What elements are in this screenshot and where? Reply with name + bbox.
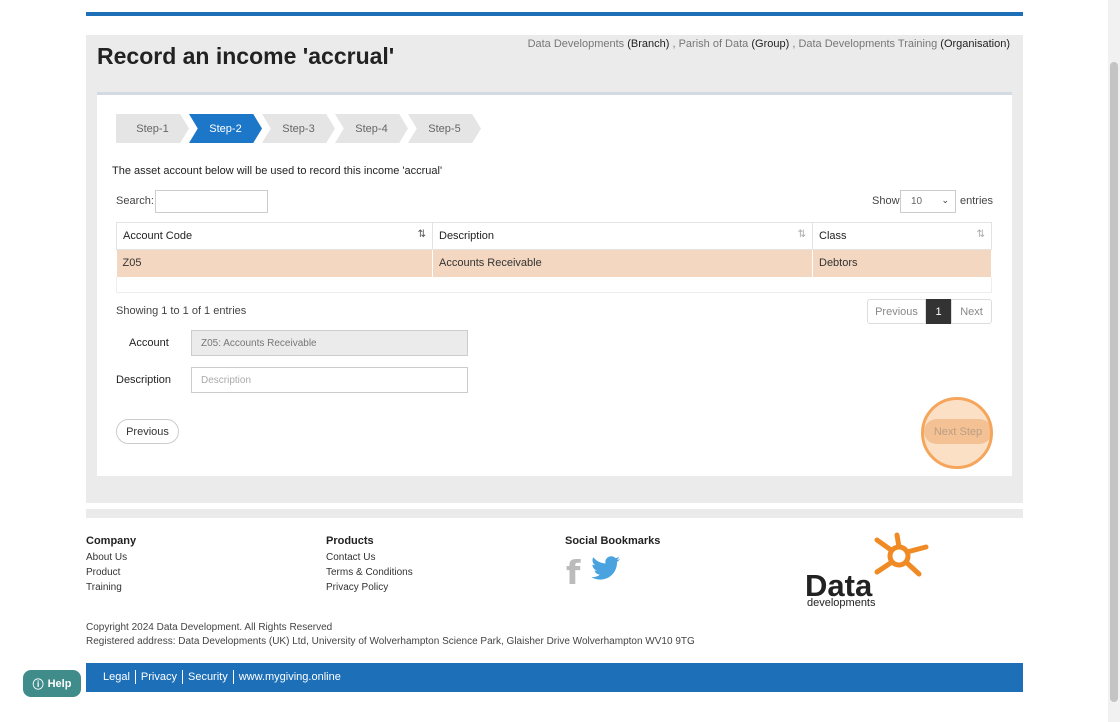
footer-link-contact-us[interactable]: Contact Us: [326, 552, 413, 563]
data-developments-logo: Data developments: [805, 532, 929, 609]
link-legal[interactable]: Legal: [98, 670, 136, 684]
table-footer-space: [116, 277, 992, 293]
table-row[interactable]: Z05 Accounts Receivable Debtors: [116, 249, 992, 277]
search-input[interactable]: [155, 190, 268, 213]
divider-strip: [86, 509, 1023, 518]
help-label: Help: [47, 677, 72, 690]
column-account-code[interactable]: Account Code ⇅: [116, 222, 433, 250]
step-1[interactable]: Step-1: [116, 114, 189, 143]
step-5[interactable]: Step-5: [408, 114, 481, 143]
pagination-previous[interactable]: Previous: [867, 299, 926, 324]
bottom-links: Legal Privacy Security www.mygiving.onli…: [98, 670, 346, 684]
info-text: The asset account below will be used to …: [112, 165, 443, 177]
step-2[interactable]: Step-2: [189, 114, 262, 143]
footer-link-about-us[interactable]: About Us: [86, 552, 136, 563]
footer-products: Products Contact Us Terms & Conditions P…: [326, 535, 413, 597]
wizard-steps: Step-1 Step-2 Step-3 Step-4 Step-5: [116, 114, 481, 143]
twitter-icon[interactable]: [591, 556, 621, 582]
copyright-text: Copyright 2024 Data Development. All Rig…: [86, 622, 333, 633]
pagination-page-1[interactable]: 1: [926, 299, 951, 324]
sort-icon: ⇅: [976, 229, 985, 240]
footer-copyright: Copyright 2024 Data Development. All Rig…: [86, 621, 695, 649]
pagination: Previous 1 Next: [867, 299, 992, 324]
table-info: Showing 1 to 1 of 1 entries: [116, 305, 247, 317]
pagination-next[interactable]: Next: [951, 299, 992, 324]
cell-description: Accounts Receivable: [432, 249, 813, 277]
context-branch: Data Developments: [527, 38, 625, 50]
scrollbar[interactable]: [1108, 0, 1120, 722]
logo-sub: developments: [807, 597, 876, 609]
description-field[interactable]: Description: [191, 367, 468, 393]
entries-label: entries: [960, 195, 994, 207]
organisation-context: Data Developments (Branch) , Parish of D…: [527, 38, 1010, 50]
footer-company: Company About Us Product Training: [86, 535, 136, 597]
footer-link-training[interactable]: Training: [86, 582, 136, 593]
previous-button[interactable]: Previous: [116, 419, 179, 444]
footer-link-privacy-policy[interactable]: Privacy Policy: [326, 582, 413, 593]
column-class[interactable]: Class ⇅: [812, 222, 992, 250]
context-branch-type: (Branch): [627, 38, 670, 50]
page-title: Record an income 'accrual': [97, 43, 395, 69]
cell-account-code: Z05: [116, 249, 433, 277]
footer-products-title: Products: [326, 535, 374, 547]
account-label: Account: [129, 337, 169, 349]
footer-link-product[interactable]: Product: [86, 567, 136, 578]
sort-asc-icon: ⇅: [417, 229, 426, 240]
help-button[interactable]: ⓘ Help: [23, 670, 81, 697]
column-description[interactable]: Description ⇅: [432, 222, 813, 250]
step-4[interactable]: Step-4: [335, 114, 408, 143]
context-organisation: Data Developments Training: [798, 38, 938, 50]
entries-select-value: 10: [911, 196, 923, 207]
entries-select[interactable]: 10 ⌄: [900, 190, 956, 213]
account-field: Z05: Accounts Receivable: [191, 330, 468, 356]
registered-address: Registered address: Data Developments (U…: [86, 636, 695, 647]
description-label: Description: [116, 374, 172, 386]
footer-link-terms[interactable]: Terms & Conditions: [326, 567, 413, 578]
context-group-type: (Group): [751, 38, 790, 50]
step-3[interactable]: Step-3: [262, 114, 335, 143]
accounts-table: Account Code ⇅ Description ⇅ Class ⇅ Z05 Ac…: [116, 222, 992, 277]
link-privacy[interactable]: Privacy: [136, 670, 183, 684]
context-organisation-type: (Organisation): [940, 38, 1010, 50]
cell-class: Debtors: [812, 249, 992, 277]
help-circle-icon: ⓘ: [32, 678, 44, 691]
link-security[interactable]: Security: [183, 670, 234, 684]
link-mygiving[interactable]: www.mygiving.online: [234, 670, 346, 684]
search-label: Search:: [116, 195, 154, 207]
context-group: Parish of Data: [678, 38, 749, 50]
chevron-down-icon: ⌄: [941, 195, 949, 205]
top-accent-bar: [86, 12, 1023, 16]
scrollbar-thumb[interactable]: [1110, 62, 1118, 702]
sort-icon: ⇅: [797, 229, 806, 240]
show-label: Show: [872, 195, 900, 207]
click-highlight: [921, 397, 993, 469]
footer-social: Social Bookmarks: [565, 535, 660, 547]
facebook-icon[interactable]: f: [566, 553, 580, 592]
footer-social-title: Social Bookmarks: [565, 535, 661, 547]
footer-company-title: Company: [86, 535, 137, 547]
